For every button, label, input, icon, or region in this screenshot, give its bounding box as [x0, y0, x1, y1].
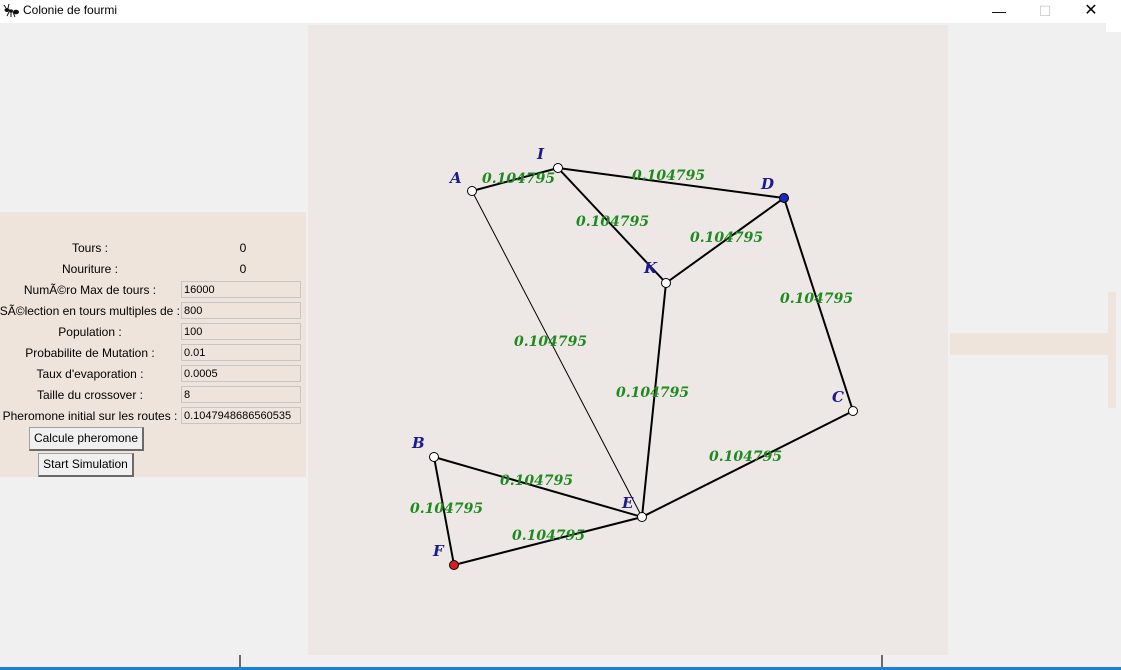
- max-tours-input[interactable]: [181, 281, 301, 298]
- evaporation-input[interactable]: [181, 365, 301, 382]
- crossover-input[interactable]: [181, 386, 301, 403]
- node-F[interactable]: [449, 560, 459, 570]
- node-A[interactable]: [467, 186, 477, 196]
- graph-canvas[interactable]: 0.104795 0.104795 0.104795 0.104795 0.104795…: [308, 25, 948, 655]
- selection-label: SÃ©lection en tours multiples de :: [0, 304, 180, 318]
- selection-label-text: SÃ©lection en tours multiples de :: [0, 304, 180, 318]
- node-E[interactable]: [637, 512, 647, 522]
- edge-pheromone-label: 0.104795: [616, 385, 689, 401]
- max-tours-label: NumÃ©ro Max de tours :: [23, 283, 157, 297]
- vertical-scrollbar[interactable]: [1108, 292, 1116, 408]
- mutation-label: Probabilite de Mutation :: [25, 346, 155, 360]
- calcule-pheromone-button[interactable]: Calcule pheromone: [29, 427, 144, 451]
- nouriture-label: Nouriture :: [61, 262, 119, 276]
- parameters-panel: Tours : 0 Nouriture : 0 NumÃ©ro Max de t…: [0, 212, 306, 477]
- node-D[interactable]: [779, 193, 789, 203]
- right-edge-strip: [1106, 23, 1121, 32]
- start-simulation-button[interactable]: Start Simulation: [38, 453, 134, 477]
- node-K[interactable]: [661, 278, 671, 288]
- minimize-button[interactable]: —: [976, 0, 1022, 23]
- selection-input[interactable]: [181, 302, 301, 319]
- evaporation-label: Taux d'evaporation :: [36, 367, 144, 381]
- node-B[interactable]: [429, 452, 439, 462]
- edge-pheromone-label: 0.104795: [514, 334, 587, 350]
- node-label-I: I: [536, 145, 545, 163]
- tours-label: Tours :: [71, 241, 108, 255]
- edge-pheromone-label: 0.104795: [780, 291, 853, 307]
- edge-pheromone-label: 0.104795: [709, 449, 782, 465]
- edge-pheromone-label: 0.104795: [632, 168, 705, 184]
- ant-icon: [3, 3, 19, 18]
- node-I[interactable]: [553, 163, 563, 173]
- edge-pheromone-label: 0.104795: [512, 528, 585, 544]
- status-divider: [239, 655, 241, 667]
- population-input[interactable]: [181, 323, 301, 340]
- pheromone-initial-label: Pheromone initial sur les routes :: [2, 409, 178, 423]
- edge-A-E: [471, 190, 643, 518]
- edge-pheromone-label: 0.104795: [410, 501, 483, 517]
- window-title: Colonie de fourmi: [23, 3, 118, 17]
- graph-svg: 0.104795 0.104795 0.104795 0.104795 0.104795…: [410, 145, 858, 570]
- node-label-B: B: [411, 434, 425, 452]
- node-C[interactable]: [848, 406, 858, 416]
- horizontal-scrollbar[interactable]: [950, 333, 1108, 355]
- edge-pheromone-label: 0.104795: [482, 171, 555, 187]
- edge-pheromone-label: 0.104795: [690, 230, 763, 246]
- edge-pheromone-label: 0.104795: [500, 473, 573, 489]
- node-label-A: A: [448, 169, 462, 187]
- node-label-D: D: [760, 175, 774, 193]
- edge-pheromone-label: 0.104795: [576, 214, 649, 230]
- crossover-label: Taille du crossover :: [36, 388, 144, 402]
- maximize-button[interactable]: ☐: [1022, 0, 1068, 23]
- pheromone-initial-input[interactable]: [181, 407, 301, 424]
- node-label-K: K: [643, 259, 658, 277]
- tours-value: 0: [239, 241, 247, 255]
- node-label-E: E: [621, 494, 634, 512]
- nouriture-value: 0: [239, 262, 247, 276]
- mutation-input[interactable]: [181, 344, 301, 361]
- close-button[interactable]: ✕: [1068, 0, 1114, 23]
- window-titlebar: Colonie de fourmi — ☐ ✕: [0, 0, 1121, 23]
- node-label-C: C: [832, 388, 844, 406]
- population-label: Population :: [58, 325, 122, 339]
- status-divider: [881, 655, 883, 667]
- node-label-F: F: [432, 542, 445, 560]
